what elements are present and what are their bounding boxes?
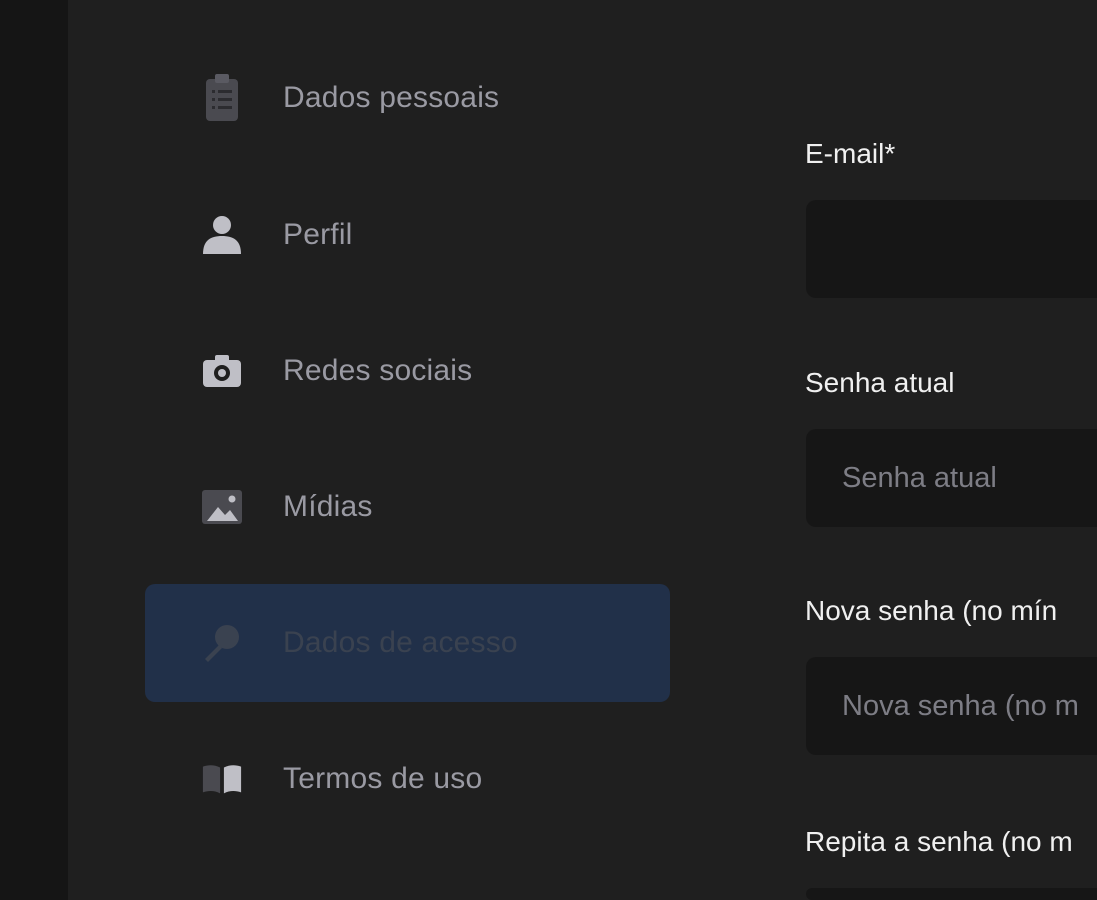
sidebar-item-label: Mídias <box>283 490 373 523</box>
book-icon <box>201 758 243 800</box>
sidebar-item-redes-sociais[interactable]: Redes sociais <box>145 312 670 430</box>
sidebar-item-label: Termos de uso <box>283 762 483 795</box>
sidebar-item-label: Dados de acesso <box>283 626 518 659</box>
sidebar-item-midias[interactable]: Mídias <box>145 448 670 566</box>
sidebar-item-dados-pessoais[interactable]: Dados pessoais <box>145 39 670 157</box>
sidebar-item-dados-de-acesso[interactable]: Dados de acesso <box>145 584 670 702</box>
key-icon <box>201 622 243 664</box>
image-icon <box>201 486 243 528</box>
new-password-field[interactable] <box>806 657 1097 755</box>
sidebar-item-label: Perfil <box>283 218 353 251</box>
new-password-label: Nova senha (no mín <box>805 595 1058 626</box>
current-password-label: Senha atual <box>805 367 955 398</box>
repeat-password-field[interactable] <box>806 888 1097 900</box>
camera-icon <box>201 350 243 392</box>
sidebar-item-perfil[interactable]: Perfil <box>145 176 670 294</box>
sidebar-item-label: Redes sociais <box>283 354 473 387</box>
repeat-password-label: Repita a senha (no m <box>805 826 1073 857</box>
window-edge <box>0 0 68 900</box>
email-label: E-mail* <box>805 138 896 169</box>
person-icon <box>201 214 243 256</box>
clipboard-icon <box>201 74 243 121</box>
current-password-field[interactable] <box>806 429 1097 527</box>
sidebar-item-label: Dados pessoais <box>283 81 500 114</box>
email-field[interactable] <box>806 200 1097 298</box>
sidebar-item-termos-de-uso[interactable]: Termos de uso <box>145 720 670 838</box>
